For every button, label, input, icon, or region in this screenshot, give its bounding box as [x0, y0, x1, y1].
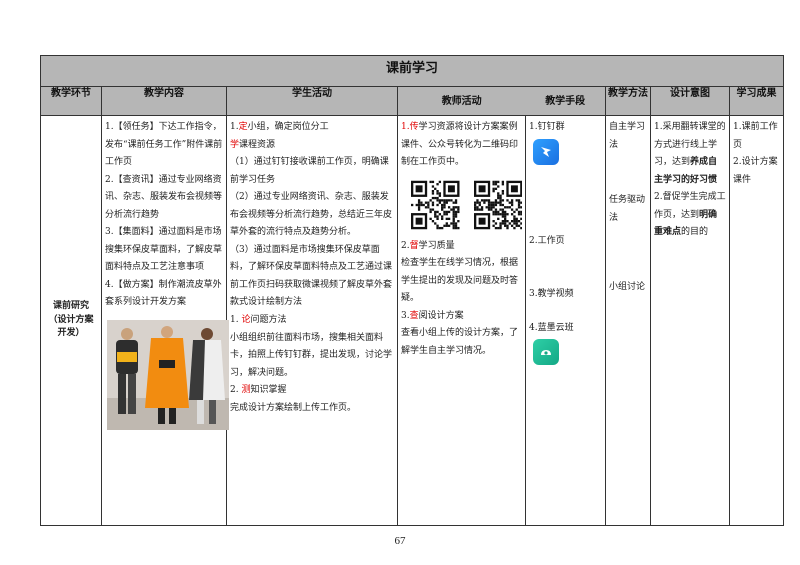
teacher-step-supervise: 2.督学习质量	[401, 240, 455, 251]
outcome-item: 1.课前工作页	[733, 122, 778, 150]
student-paragraph: 小组组织前往面料市场，搜集相关面料卡，拍照上传钉钉群，提出发现，讨论学习，解决问…	[230, 332, 393, 378]
dingtalk-app-icon[interactable]	[533, 138, 559, 165]
method-item: 自主学习法	[609, 122, 646, 150]
student-activity-cell: 1.定小组，确定岗位分工 学课程资源 （1）通过钉钉接收课前工作页，明确课前学习…	[226, 115, 398, 526]
qr-code-icon[interactable]	[411, 180, 460, 230]
stage-cell: 课前研究（设计方案开发）	[40, 115, 102, 526]
header-student-activity: 学生活动	[226, 86, 398, 116]
header-row: 教学环节 教学内容 学生活动 教师活动 教学手段 教学方法 设计意图 学习成果	[40, 86, 785, 116]
student-step-test: 2. 测知识掌握	[230, 385, 287, 396]
header-content: 教学内容	[101, 86, 227, 116]
page-number: 67	[394, 535, 406, 547]
method-item: 任务驱动法	[609, 195, 646, 223]
header-teacher-activity: 教师活动 教学手段	[397, 86, 606, 116]
content-item: 1.【领任务】下达工作指令，发布“课前任务工作”附件课前工作页	[105, 122, 223, 168]
student-step-define: 1.定小组，确定岗位分工	[230, 122, 329, 132]
means-item: 1.钉钉群	[529, 122, 565, 132]
header-teacher: 教师活动	[441, 95, 482, 107]
document-page: 课前学习 教学环节 教学内容 学生活动 教师活动 教学手段 教学方法 设计意图 …	[0, 0, 800, 565]
student-paragraph: （1）通过钉钉接收课前工作页，明确课前学习任务	[230, 157, 389, 185]
teacher-activity-cell: 1.传学习资源将设计方案案例课件、公众号转化为二维码印制在工作页中。 2.督学习…	[397, 115, 526, 526]
header-intent: 设计意图	[650, 86, 730, 116]
method-cell: 自主学习法 任务驱动法 小组讨论	[605, 115, 651, 526]
teacher-step-share: 1.传学习资源将设计方案案例课件、公众号转化为二维码印制在工作页中。	[401, 122, 519, 168]
teacher-paragraph: 查看小组上传的设计方案，了解学生自主学习情况。	[401, 328, 519, 356]
content-item: 3.【集面料】通过面料是市场搜集环保皮草面料，了解皮草面料特点及工艺注意事项	[105, 227, 223, 273]
teacher-paragraph: 检查学生在线学习情况，根据学生提出的发现及问题及时答疑。	[401, 258, 519, 304]
student-step-discuss: 1. 论问题方法	[230, 315, 287, 326]
outcome-cell: 1.课前工作页 2.设计方案课件	[728, 115, 785, 526]
fashion-runway-photo	[107, 320, 229, 431]
outcome-item: 2.设计方案课件	[733, 157, 778, 185]
qr-code-icon[interactable]	[473, 180, 523, 230]
lanmo-cloud-app-icon[interactable]	[533, 339, 559, 366]
intent-item-1: 1.采用翻转课堂的方式进行线上学习，达到养成自主学习的好习惯	[654, 122, 726, 185]
lesson-plan-table: 课前学习 教学环节 教学内容 学生活动 教师活动 教学手段 教学方法 设计意图 …	[39, 55, 785, 526]
student-paragraph: （3）通过面料是市场搜集环保皮草面料，了解环保皮草面料特点及工艺通过课前工作页扫…	[230, 244, 393, 308]
means-item: 4.蓝墨云班	[529, 322, 574, 333]
student-step-learn: 学课程资源	[230, 139, 276, 150]
teacher-step-review: 3.查阅设计方案	[401, 310, 464, 321]
section-title: 课前学习	[39, 55, 785, 87]
header-means: 教学手段	[545, 95, 586, 107]
header-stage: 教学环节	[40, 86, 102, 116]
header-outcome: 学习成果	[728, 86, 785, 116]
student-paragraph: （2）通过专业网络资讯、杂志、服装发布会视频等分析流行趋势，总结近三年皮草外套的…	[230, 192, 393, 238]
qr-codes	[401, 172, 522, 238]
means-cell: 1.钉钉群 2.工作页 3.教学视频 4.蓝墨云班	[525, 115, 606, 526]
student-paragraph: 完成设计方案绘制上传工作页。	[230, 402, 357, 413]
means-item: 3.教学视频	[529, 289, 574, 300]
title-row: 课前学习	[39, 55, 785, 87]
body-row: 课前研究（设计方案开发） 1.【领任务】下达工作指令，发布“课前任务工作”附件课…	[40, 115, 785, 526]
content-cell: 1.【领任务】下达工作指令，发布“课前任务工作”附件课前工作页 2.【查资讯】通…	[101, 115, 229, 526]
header-method: 教学方法	[605, 86, 651, 116]
content-item: 2.【查资讯】通过专业网络资讯、杂志、服装发布会视频等分析流行趋势	[105, 174, 223, 220]
content-item: 4.【做方案】制作潮流皮草外套系列设计开发方案	[105, 279, 222, 308]
means-item: 2.工作页	[529, 235, 565, 246]
intent-cell: 1.采用翻转课堂的方式进行线上学习，达到养成自主学习的好习惯 2.督促学生完成工…	[650, 115, 730, 526]
intent-item-2: 2.督促学生完成工作页，达到明确重难点的目的	[654, 192, 726, 238]
method-item: 小组讨论	[609, 282, 646, 293]
